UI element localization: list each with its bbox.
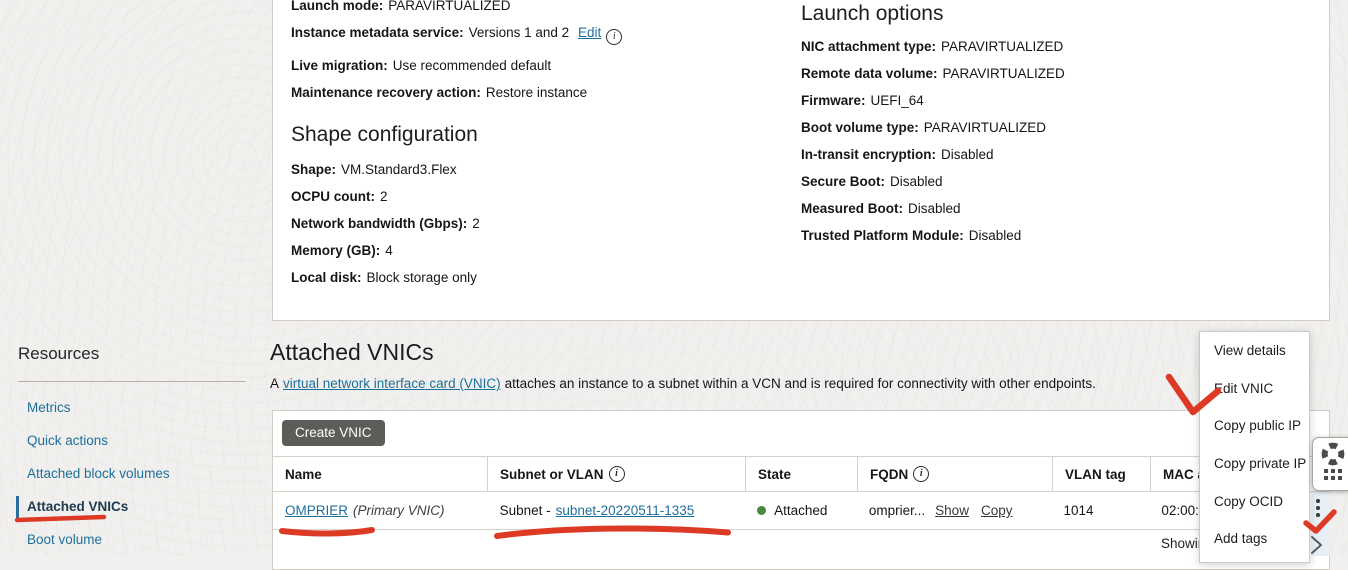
cell-fqdn: omprier... Show Copy xyxy=(857,492,1052,529)
field-measured-boot: Measured Boot:Disabled xyxy=(801,202,1065,215)
support-lifering-icon[interactable] xyxy=(1320,441,1346,467)
menu-item-view-details[interactable]: View details xyxy=(1200,332,1309,370)
field-secure-boot: Secure Boot:Disabled xyxy=(801,175,1065,188)
sidebar-item-attached-vnics[interactable]: Attached VNICs xyxy=(18,500,246,514)
field-boot-volume-type: Boot volume type:PARAVIRTUALIZED xyxy=(801,121,1065,134)
status-dot xyxy=(757,506,766,515)
vnics-table-card: Create VNIC Name Subnet or VLAN State FQ… xyxy=(272,410,1330,570)
info-icon[interactable] xyxy=(913,466,929,482)
field-nic-attachment: NIC attachment type:PARAVIRTUALIZED xyxy=(801,40,1065,53)
menu-item-copy-private-ip[interactable]: Copy private IP xyxy=(1200,445,1309,483)
sidebar-divider xyxy=(18,381,246,382)
attached-vnics-description: Avirtual network interface card (VNIC)at… xyxy=(270,376,1096,391)
cell-name: OMPRIER (Primary VNIC) xyxy=(273,492,488,529)
field-live-migration: Live migration:Use recommended default xyxy=(291,59,622,72)
resources-sidebar: Resources Metrics Quick actions Attached… xyxy=(18,344,246,566)
sidebar-item-quick-actions[interactable]: Quick actions xyxy=(18,434,246,448)
field-local-disk: Local disk:Block storage only xyxy=(291,271,622,284)
column-header-vlan-tag: VLAN tag xyxy=(1053,457,1151,491)
info-icon[interactable] xyxy=(609,466,625,482)
copy-fqdn-link[interactable]: Copy xyxy=(981,503,1013,518)
field-shape: Shape:VM.Standard3.Flex xyxy=(291,163,622,176)
row-actions-kebab-icon[interactable] xyxy=(1316,499,1320,520)
sidebar-item-boot-volume[interactable]: Boot volume xyxy=(18,533,246,547)
field-network-bandwidth: Network bandwidth (Gbps):2 xyxy=(291,217,622,230)
floating-widget[interactable] xyxy=(1312,437,1348,491)
launch-options-title: Launch options xyxy=(801,2,1065,26)
info-icon[interactable] xyxy=(606,29,622,45)
vnic-name-link[interactable]: OMPRIER xyxy=(285,503,348,518)
table-header-row: Name Subnet or VLAN State FQDN VLAN tag … xyxy=(273,456,1329,492)
column-header-state: State xyxy=(746,457,858,491)
pagination-next-chevron-icon[interactable] xyxy=(1310,535,1324,560)
cell-subnet: Subnet - subnet-20220511-1335 xyxy=(488,492,746,529)
cell-state: Attached xyxy=(745,492,857,529)
field-launch-mode: Launch mode:PARAVIRTUALIZED xyxy=(291,0,622,12)
column-header-name: Name xyxy=(273,457,488,491)
launch-options-column: Launch options NIC attachment type:PARAV… xyxy=(801,2,1065,256)
column-header-fqdn: FQDN xyxy=(858,457,1053,491)
attached-vnics-title: Attached VNICs xyxy=(270,339,434,366)
status-badge: Attached xyxy=(774,503,827,518)
field-maintenance-recovery: Maintenance recovery action:Restore inst… xyxy=(291,86,622,99)
shape-configuration-title: Shape configuration xyxy=(291,123,622,147)
field-firmware: Firmware:UEFI_64 xyxy=(801,94,1065,107)
sidebar-item-metrics[interactable]: Metrics xyxy=(18,401,246,415)
sidebar-item-attached-block-volumes[interactable]: Attached block volumes xyxy=(18,467,246,481)
column-header-subnet-or-vlan: Subnet or VLAN xyxy=(488,457,746,491)
field-remote-data-volume: Remote data volume:PARAVIRTUALIZED xyxy=(801,67,1065,80)
cell-vlan-tag: 1014 xyxy=(1052,492,1150,529)
show-fqdn-link[interactable]: Show xyxy=(935,503,969,518)
menu-item-copy-public-ip[interactable]: Copy public IP xyxy=(1200,407,1309,445)
table-row: OMPRIER (Primary VNIC) Subnet - subnet-2… xyxy=(273,492,1329,530)
vnic-doc-link[interactable]: virtual network interface card (VNIC) xyxy=(283,376,501,391)
row-actions-context-menu: View details Edit VNIC Copy public IP Co… xyxy=(1199,331,1310,563)
instance-details-left-column: Launch mode:PARAVIRTUALIZED Instance met… xyxy=(291,0,622,298)
subnet-link[interactable]: subnet-20220511-1335 xyxy=(556,503,695,518)
resources-title: Resources xyxy=(18,344,246,364)
menu-item-add-tags[interactable]: Add tags xyxy=(1200,520,1309,558)
menu-item-copy-ocid[interactable]: Copy OCID xyxy=(1200,482,1309,520)
edit-metadata-link[interactable]: Edit xyxy=(578,25,601,40)
field-memory: Memory (GB):4 xyxy=(291,244,622,257)
field-ocpu-count: OCPU count:2 xyxy=(291,190,622,203)
apps-grid-icon[interactable] xyxy=(1324,469,1342,480)
create-vnic-button[interactable]: Create VNIC xyxy=(282,420,385,446)
field-in-transit-encryption: In-transit encryption:Disabled xyxy=(801,148,1065,161)
menu-item-edit-vnic[interactable]: Edit VNIC xyxy=(1200,370,1309,408)
instance-details-card: Launch mode:PARAVIRTUALIZED Instance met… xyxy=(272,0,1330,321)
field-trusted-platform-module: Trusted Platform Module:Disabled xyxy=(801,229,1065,242)
field-instance-metadata-service: Instance metadata service:Versions 1 and… xyxy=(291,26,622,45)
